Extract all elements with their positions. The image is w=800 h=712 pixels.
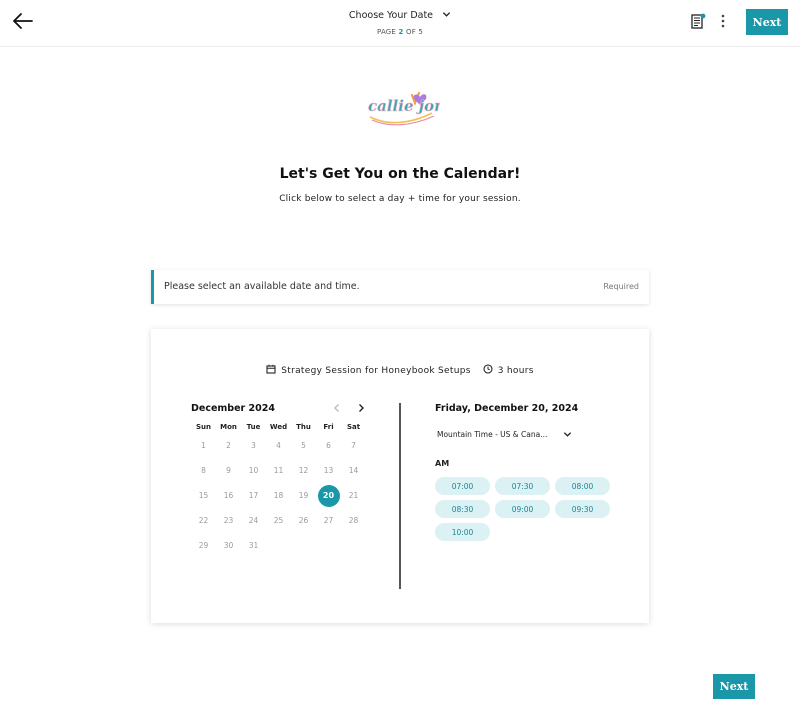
calendar-day: 18	[273, 491, 284, 500]
calendar-day: 9	[226, 466, 231, 475]
calendar-day: 5	[301, 441, 306, 450]
calendar-day: 3	[251, 441, 256, 450]
calendar-day: 10	[248, 466, 259, 475]
calendar-day: 1	[201, 441, 206, 450]
week-row: 29 30 31	[191, 533, 366, 558]
next-button-bottom[interactable]: Next	[713, 674, 755, 699]
chevron-down-icon[interactable]	[563, 430, 572, 439]
calendar-day: 22	[198, 516, 209, 525]
calendar-day: 30	[223, 541, 234, 550]
chevron-right-icon[interactable]	[356, 403, 366, 413]
weekday-label: Thu	[296, 423, 311, 431]
time-slot[interactable]: 09:00	[495, 500, 550, 518]
calendar-day: 31	[248, 541, 259, 550]
calendar-day-selected[interactable]: 20	[316, 484, 341, 507]
svg-text:callie jones: callie jones	[368, 97, 440, 115]
calendar-day: 6	[326, 441, 331, 450]
next-button-top[interactable]: Next	[746, 9, 788, 35]
time-slot[interactable]: 08:30	[435, 500, 490, 518]
time-slot[interactable]: 10:00	[435, 523, 490, 541]
current-page: 2	[398, 28, 404, 36]
clock-icon	[483, 364, 493, 374]
chevron-left-icon[interactable]	[332, 403, 342, 413]
step-selector[interactable]: Choose Your Date	[0, 10, 800, 21]
page-title: Let's Get You on the Calendar!	[279, 166, 521, 182]
time-slot[interactable]: 07:30	[495, 477, 550, 495]
calendar-day: 7	[351, 441, 356, 450]
timezone-select[interactable]: Mountain Time - US & Cana...	[437, 430, 547, 439]
calendar-day: 27	[323, 516, 334, 525]
week-row: 1 2 3 4 5 6 7	[191, 433, 366, 458]
calendar-day: 28	[348, 516, 359, 525]
more-vertical-icon[interactable]	[718, 13, 728, 29]
top-bar: Choose Your Date PAGE 2 OF 5 Next	[0, 0, 800, 47]
calendar-day: 16	[223, 491, 234, 500]
weekday-label: Sun	[195, 423, 211, 431]
week-row: 8 9 10 11 12 13 14	[191, 458, 366, 483]
time-slot[interactable]: 09:30	[555, 500, 610, 518]
calendar-day: 13	[323, 466, 334, 475]
calendar-day: 21	[348, 491, 359, 500]
calendar-day: 11	[273, 466, 284, 475]
required-label: Required	[603, 282, 639, 291]
scheduler-card: Strategy Session for Honeybook Setups 3 …	[151, 329, 649, 623]
calendar-divider	[399, 403, 401, 589]
calendar-grid: Sun Mon Tue Wed Thu Fri Sat 1 2 3 4 5 6 …	[191, 421, 366, 558]
time-slot[interactable]: 07:00	[435, 477, 490, 495]
calendar-day: 29	[198, 541, 209, 550]
session-duration: 3 hours	[497, 366, 534, 376]
calendar-icon	[266, 364, 276, 374]
calendar-day: 14	[348, 466, 359, 475]
calendar-day: 2	[226, 441, 231, 450]
calendar-day: 4	[276, 441, 281, 450]
weekday-header: Sun Mon Tue Wed Thu Fri Sat	[191, 421, 366, 433]
required-notice: Please select an available date and time…	[151, 270, 649, 304]
page-indicator: PAGE 2 OF 5	[376, 28, 424, 36]
page-subtitle: Click below to select a day + time for y…	[279, 194, 521, 204]
selected-day-title: Friday, December 20, 2024	[435, 403, 579, 414]
calendar-month: December 2024	[191, 403, 275, 414]
document-icon[interactable]	[691, 13, 706, 29]
period-label: AM	[435, 459, 450, 468]
brand-logo: callie jones	[368, 91, 440, 126]
calendar-day: 26	[298, 516, 309, 525]
calendar-day: 8	[201, 466, 206, 475]
weekday-label: Tue	[246, 423, 261, 431]
weekday-label: Mon	[220, 423, 237, 431]
time-slot[interactable]: 08:00	[555, 477, 610, 495]
weekday-label: Fri	[323, 423, 334, 431]
notice-message: Please select an available date and time…	[164, 281, 360, 292]
session-info: Strategy Session for Honeybook Setups 3 …	[151, 364, 649, 376]
session-name: Strategy Session for Honeybook Setups	[281, 366, 471, 376]
week-row: 15 16 17 18 19 20 21	[191, 483, 366, 508]
time-slots: 07:00 07:30 08:00 08:30 09:00 09:30 10:0…	[435, 477, 635, 546]
calendar-day: 17	[248, 491, 259, 500]
calendar-day: 23	[223, 516, 234, 525]
calendar-day: 25	[273, 516, 284, 525]
step-title: Choose Your Date	[348, 10, 434, 21]
week-row: 22 23 24 25 26 27 28	[191, 508, 366, 533]
calendar-day: 19	[298, 491, 309, 500]
calendar-day: 15	[198, 491, 209, 500]
chevron-down-icon	[442, 12, 451, 17]
calendar-day: 12	[298, 466, 309, 475]
weekday-label: Sat	[346, 423, 361, 431]
weekday-label: Wed	[269, 423, 288, 431]
calendar-day: 24	[248, 516, 259, 525]
selected-day-number[interactable]: 20	[317, 484, 340, 507]
